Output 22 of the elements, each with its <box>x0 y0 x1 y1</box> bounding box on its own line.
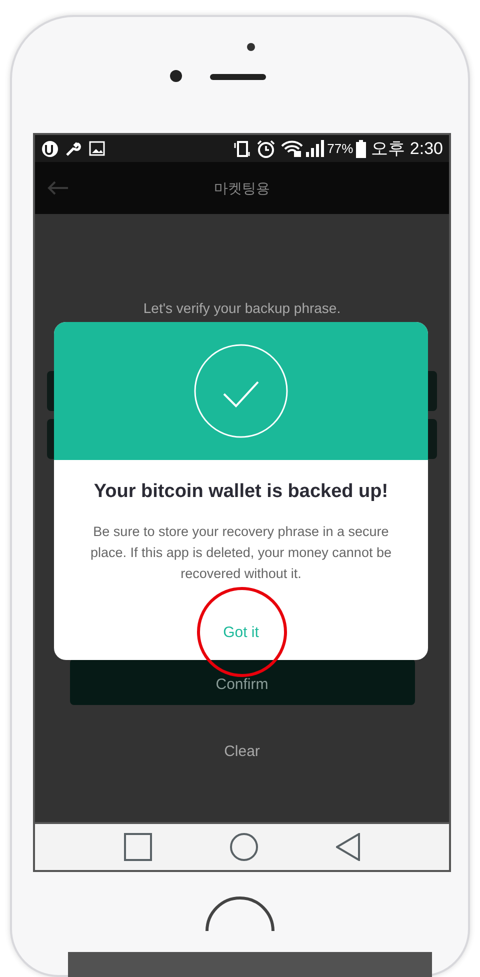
home-icon[interactable] <box>230 833 258 861</box>
clock-time: 오후 2:30 <box>371 138 443 160</box>
alarm-icon <box>256 138 276 158</box>
wifi-icon <box>281 140 304 158</box>
verify-prompt: Let's verify your backup phrase. <box>143 299 341 318</box>
battery-icon <box>356 140 366 158</box>
home-button-icon <box>205 896 275 932</box>
app-bar-title: 마켓팅용 <box>213 178 271 198</box>
app-logo-icon <box>41 140 59 158</box>
dialog-title: Your bitcoin wallet is backed up! <box>94 480 388 504</box>
battery-percentage: 77% <box>327 140 354 158</box>
checkmark-circle-icon <box>194 344 288 438</box>
clear-button[interactable]: Clear <box>224 741 260 764</box>
image-icon <box>89 141 105 156</box>
recent-apps-icon[interactable] <box>124 833 152 861</box>
dialog-message: Be sure to store your recovery phrase in a secure place. If this app is deleted, your money cannot be recovered without it. <box>90 522 392 582</box>
confirm-button[interactable]: Confirm <box>70 659 414 705</box>
vibrate-icon <box>233 140 252 158</box>
back-icon[interactable] <box>336 833 360 861</box>
signal-icon <box>305 140 326 158</box>
speaker-grille <box>210 74 266 80</box>
wrench-icon <box>65 140 81 156</box>
